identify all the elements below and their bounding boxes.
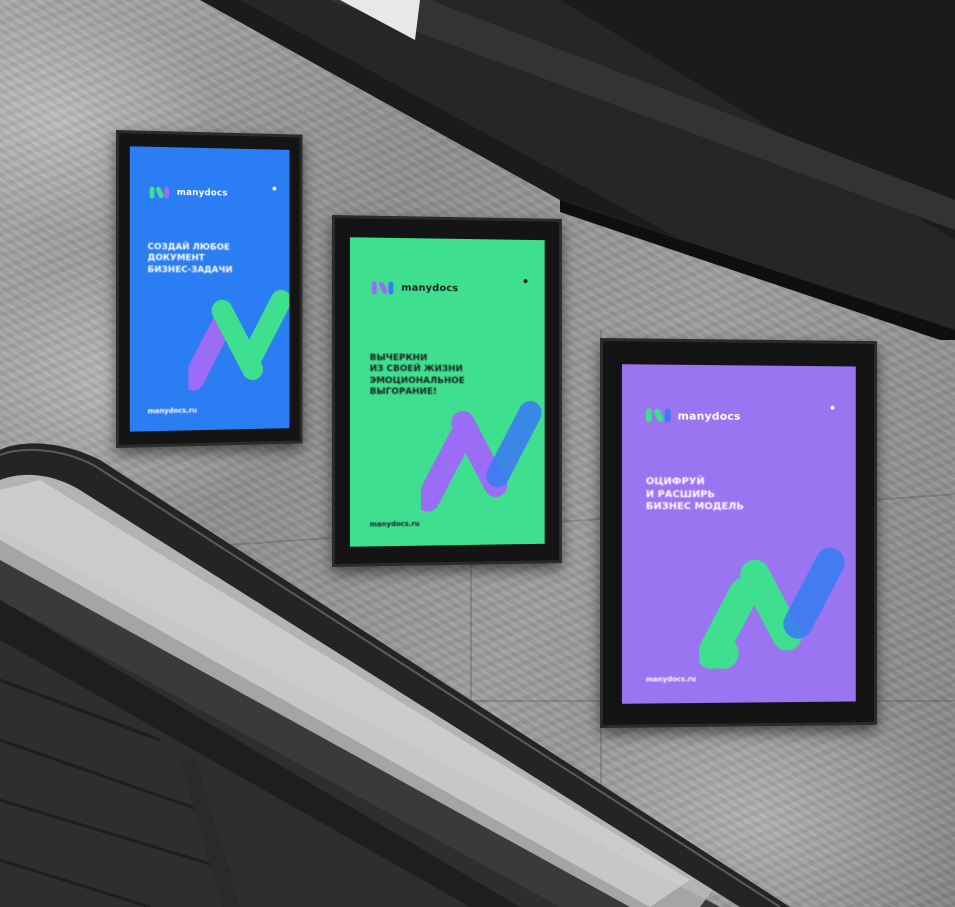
poster-url: manydocs.ru: [645, 675, 697, 684]
brand-logo: manydocs: [149, 186, 228, 200]
poster-green: manydocs ВЫЧЕРКНИ ИЗ СВОЕЙ ЖИЗНИ ЭМОЦИОН…: [349, 237, 545, 547]
poster-dot: [523, 279, 528, 284]
brand-mark-icon: [645, 408, 671, 423]
poster-headline: СОЗДАЙ ЛЮБОЕ ДОКУМЕНТ БИЗНЕС-ЗАДАЧИ: [147, 242, 233, 275]
poster-url: manydocs.ru: [147, 406, 197, 416]
poster-url: manydocs.ru: [369, 519, 420, 529]
poster-headline: ОЦИФРУЙ И РАСШИРЬ БИЗНЕС МОДЕЛЬ: [645, 476, 744, 513]
poster-dot: [272, 186, 277, 191]
brand-name: manydocs: [176, 187, 228, 199]
brand-m-graphic: [188, 286, 290, 395]
poster-frame-blue: manydocs СОЗДАЙ ЛЮБОЕ ДОКУМЕНТ БИЗНЕС-ЗА…: [116, 130, 303, 448]
poster-frame-purple: manydocs ОЦИФРУЙ И РАСШИРЬ БИЗНЕС МОДЕЛЬ…: [600, 338, 878, 728]
poster-blue: manydocs СОЗДАЙ ЛЮБОЕ ДОКУМЕНТ БИЗНЕС-ЗА…: [129, 146, 290, 432]
brand-m-graphic: [420, 396, 545, 516]
poster-frame-green: manydocs ВЫЧЕРКНИ ИЗ СВОЕЙ ЖИЗНИ ЭМОЦИОН…: [332, 215, 562, 567]
poster-dot: [830, 405, 835, 410]
brand-name: manydocs: [401, 282, 459, 295]
brand-mark-icon: [149, 186, 170, 199]
brand-m-graphic: [699, 543, 850, 674]
brand-logo: manydocs: [371, 281, 459, 295]
brand-name: manydocs: [677, 409, 741, 423]
brand-logo: manydocs: [645, 408, 741, 423]
poster-purple: manydocs ОЦИФРУЙ И РАСШИРЬ БИЗНЕС МОДЕЛЬ…: [621, 364, 856, 704]
poster-headline: ВЫЧЕРКНИ ИЗ СВОЕЙ ЖИЗНИ ЭМОЦИОНАЛЬНОЕ ВЫ…: [369, 353, 465, 397]
brand-mark-icon: [371, 281, 394, 295]
